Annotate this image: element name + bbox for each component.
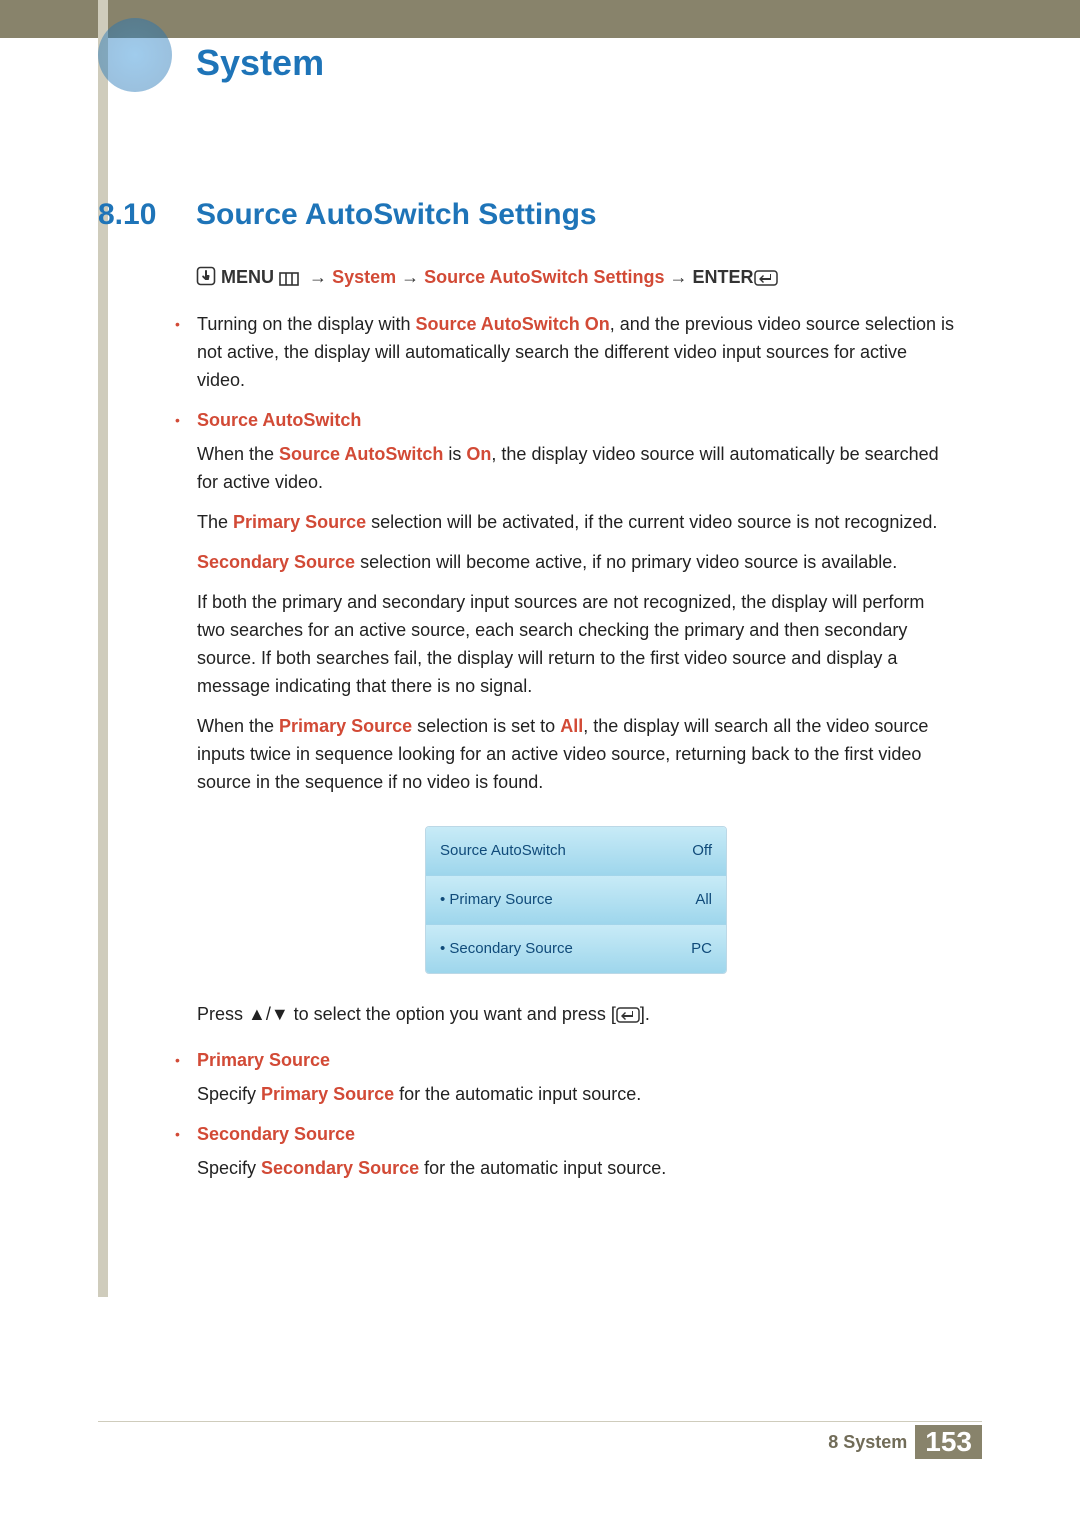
breadcrumb-sas: Source AutoSwitch Settings: [424, 267, 664, 287]
footer-section-label: 8 System: [828, 1425, 907, 1459]
menu-grid-icon: [279, 272, 299, 286]
sa-p3: Secondary Source selection will become a…: [197, 548, 955, 576]
bullet-secondary-source: Secondary Source Specify Secondary Sourc…: [175, 1120, 955, 1182]
bullet-intro: Turning on the display with Source AutoS…: [175, 310, 955, 394]
menu-row-value: All: [695, 886, 712, 914]
secondary-source-text: Specify Secondary Source for the automat…: [197, 1154, 955, 1182]
enter-icon: [754, 270, 778, 286]
section-title: Source AutoSwitch Settings: [196, 198, 597, 232]
breadcrumb: MENU → System → Source AutoSwitch Settin…: [196, 266, 778, 288]
footer-rule: [98, 1421, 982, 1422]
hand-icon: [196, 266, 216, 286]
page-number: 153: [915, 1425, 982, 1459]
secondary-source-title: Secondary Source: [197, 1120, 955, 1148]
bullet-source-autoswitch: Source AutoSwitch When the Source AutoSw…: [175, 406, 955, 1028]
sa-p2: The Primary Source selection will be act…: [197, 508, 955, 536]
breadcrumb-arrow-2: →: [401, 267, 419, 287]
source-autoswitch-title: Source AutoSwitch: [197, 406, 955, 434]
menu-row-value: Off: [692, 837, 712, 865]
bullet-primary-source: Primary Source Specify Primary Source fo…: [175, 1046, 955, 1108]
chapter-badge: [98, 18, 172, 92]
primary-source-text: Specify Primary Source for the automatic…: [197, 1080, 955, 1108]
menu-row: • Secondary Source PC: [426, 924, 726, 973]
breadcrumb-system: System: [332, 267, 396, 287]
left-margin-strip: [98, 0, 108, 1297]
menu-screenshot: Source AutoSwitch Off • Primary Source A…: [425, 826, 727, 974]
up-down-arrows-icon: ▲/▼: [248, 1004, 289, 1024]
primary-source-title: Primary Source: [197, 1046, 955, 1074]
breadcrumb-arrow-1: →: [309, 267, 327, 287]
menu-row: • Primary Source All: [426, 875, 726, 924]
menu-row-label: • Secondary Source: [440, 935, 573, 963]
press-instruction: Press ▲/▼ to select the option you want …: [197, 1000, 955, 1028]
breadcrumb-enter: ENTER: [693, 267, 754, 287]
menu-row-label: Source AutoSwitch: [440, 837, 566, 865]
sa-p1: When the Source AutoSwitch is On, the di…: [197, 440, 955, 496]
sa-p4: If both the primary and secondary input …: [197, 588, 955, 700]
enter-icon: [616, 1007, 640, 1023]
body-column: Turning on the display with Source AutoS…: [175, 310, 955, 1194]
menu-row-value: PC: [691, 935, 712, 963]
chapter-title: System: [196, 42, 324, 84]
footer: 153 8 System: [98, 1425, 982, 1459]
menu-row-label: • Primary Source: [440, 886, 553, 914]
section-number: 8.10: [98, 198, 156, 232]
breadcrumb-menu: MENU: [221, 267, 274, 287]
breadcrumb-arrow-3: →: [670, 267, 688, 287]
sa-p5: When the Primary Source selection is set…: [197, 712, 955, 796]
menu-row: Source AutoSwitch Off: [426, 827, 726, 875]
